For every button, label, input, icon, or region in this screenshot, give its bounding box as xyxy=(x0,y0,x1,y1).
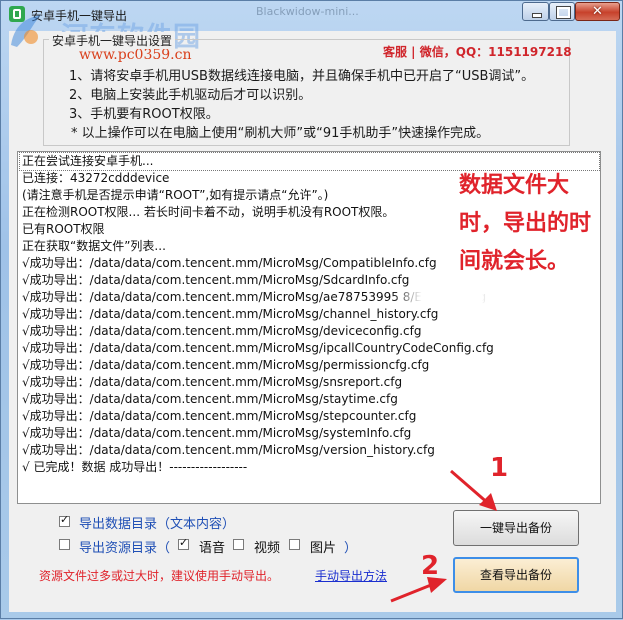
app-window: 安卓手机一键导出 Blackwidow-mini... ✕ 河东软件园 www.… xyxy=(0,0,623,619)
arrow-2-icon xyxy=(390,577,447,603)
annotation-arrows xyxy=(390,469,497,603)
arrow-1-icon xyxy=(450,469,497,511)
